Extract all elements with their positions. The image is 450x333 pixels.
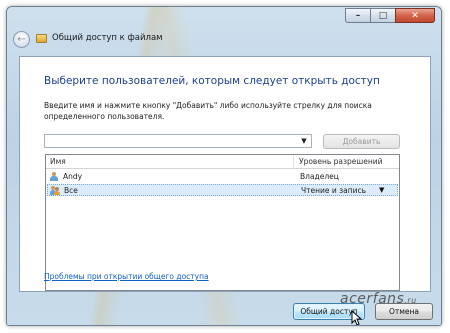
column-divider[interactable]: [293, 155, 294, 169]
column-header-permission[interactable]: Уровень разрешений: [299, 157, 383, 166]
add-button[interactable]: Добавить: [323, 134, 400, 149]
group-icon: [50, 186, 60, 196]
watermark-logo: acerfans.ru: [340, 291, 417, 307]
user-name-combobox[interactable]: ▼: [44, 134, 312, 148]
folder-share-icon: [36, 34, 47, 43]
share-dialog-window: – □ ✕ ← Общий доступ к файлам Выберите п…: [6, 6, 442, 326]
list-row-andy[interactable]: Andy Владелец: [47, 171, 398, 183]
maximize-button[interactable]: □: [370, 8, 395, 23]
back-arrow-icon[interactable]: ←: [13, 31, 30, 48]
close-button[interactable]: ✕: [395, 8, 435, 23]
watermark-suffix: .ru: [404, 296, 417, 305]
caption-buttons: – □ ✕: [345, 8, 435, 23]
list-row-everyone[interactable]: Все Чтение и запись ▼: [47, 184, 398, 196]
chevron-down-icon[interactable]: ▼: [379, 186, 384, 194]
instructions-text: Введите имя и нажмите кнопку "Добавить" …: [44, 101, 372, 121]
column-header-name[interactable]: Имя: [50, 157, 66, 166]
page-heading: Выберите пользователей, которым следует …: [44, 75, 380, 87]
list-header: Имя Уровень разрешений: [46, 155, 399, 169]
watermark-text: acerfans: [340, 291, 405, 307]
user-icon: [49, 172, 59, 182]
chevron-down-icon[interactable]: ▼: [299, 136, 309, 146]
dialog-content: Выберите пользователей, которым следует …: [19, 56, 431, 292]
minimize-button[interactable]: –: [345, 8, 370, 23]
row-user-name: Все: [64, 186, 78, 195]
row-permission: Владелец: [300, 172, 339, 181]
users-list: Имя Уровень разрешений Andy Владелец Все…: [45, 154, 400, 291]
permission-dropdown[interactable]: Чтение и запись: [301, 186, 366, 195]
mouse-pointer-icon: [351, 310, 363, 325]
row-user-name: Andy: [63, 172, 83, 181]
window-title: Общий доступ к файлам: [52, 33, 163, 43]
sharing-help-link[interactable]: Проблемы при открытии общего доступа: [44, 272, 209, 281]
